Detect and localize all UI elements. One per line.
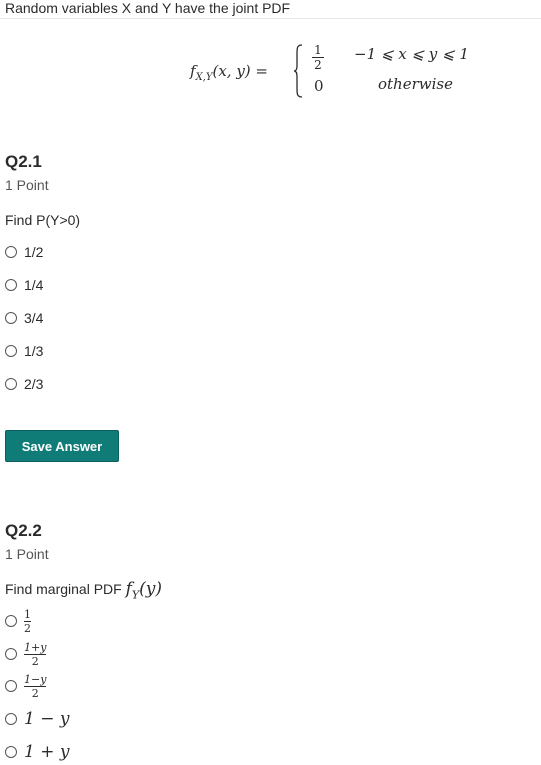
option-3-4[interactable]: 3/4 xyxy=(5,308,43,328)
option-fraction: 12 xyxy=(24,607,31,635)
left-brace-icon xyxy=(293,44,303,98)
question-prompt: Find marginal PDF fY(y) xyxy=(5,579,162,601)
option-one-plus-y-over-2[interactable]: 1+y 2 xyxy=(5,640,47,668)
case2-condition: otherwise xyxy=(378,75,453,93)
option-label: 1/2 xyxy=(24,244,44,260)
radio-button[interactable] xyxy=(5,746,17,758)
question-points: 1 Point xyxy=(5,546,49,562)
radio-button[interactable] xyxy=(5,345,17,357)
radio-button[interactable] xyxy=(5,648,17,660)
question-prompt: Find P(Y>0) xyxy=(5,212,81,228)
option-one-plus-y[interactable]: 1 + y xyxy=(5,742,69,762)
option-label: 3/4 xyxy=(24,310,44,326)
radio-button[interactable] xyxy=(5,312,17,324)
radio-button[interactable] xyxy=(5,615,17,627)
question-points: 1 Point xyxy=(5,177,49,193)
case2-value: 0 xyxy=(314,77,324,95)
intro-text: Random variables X and Y have the joint … xyxy=(5,0,291,16)
prompt-math: fY(y) xyxy=(125,579,163,602)
divider xyxy=(0,18,541,19)
radio-button[interactable] xyxy=(5,246,17,258)
option-one-minus-y-over-2[interactable]: 1−y 2 xyxy=(5,672,47,700)
option-label: 2/3 xyxy=(24,376,44,392)
option-1-4[interactable]: 1/4 xyxy=(5,275,43,295)
case1-condition: −1 ⩽ x ⩽ y ⩽ 1 xyxy=(354,45,469,63)
option-half[interactable]: 12 xyxy=(5,607,31,635)
case1-value: 1 2 xyxy=(312,44,324,71)
option-one-minus-y[interactable]: 1 − y xyxy=(5,709,69,729)
prompt-text: Find marginal PDF xyxy=(5,581,126,597)
radio-button[interactable] xyxy=(5,279,17,291)
option-1-3[interactable]: 1/3 xyxy=(5,341,43,361)
option-2-3[interactable]: 2/3 xyxy=(5,374,43,394)
option-fraction: 1−y 2 xyxy=(24,672,47,700)
pdf-lhs: fX,Y(x, y) = xyxy=(190,62,268,83)
radio-button[interactable] xyxy=(5,713,17,725)
save-answer-button[interactable]: Save Answer xyxy=(5,430,119,462)
option-label: 1 − y xyxy=(24,709,70,729)
radio-button[interactable] xyxy=(5,378,17,390)
joint-pdf-formula: fX,Y(x, y) = 1 2 0 −1 ⩽ x ⩽ y ⩽ 1 otherw… xyxy=(190,42,510,102)
option-label: 1/3 xyxy=(24,343,44,359)
option-fraction: 1+y 2 xyxy=(24,640,47,668)
option-1-2[interactable]: 1/2 xyxy=(5,242,43,262)
question-title: Q2.1 xyxy=(5,152,42,171)
option-label: 1 + y xyxy=(24,742,70,762)
question-title: Q2.2 xyxy=(5,521,42,540)
option-label: 1/4 xyxy=(24,277,44,293)
radio-button[interactable] xyxy=(5,680,17,692)
